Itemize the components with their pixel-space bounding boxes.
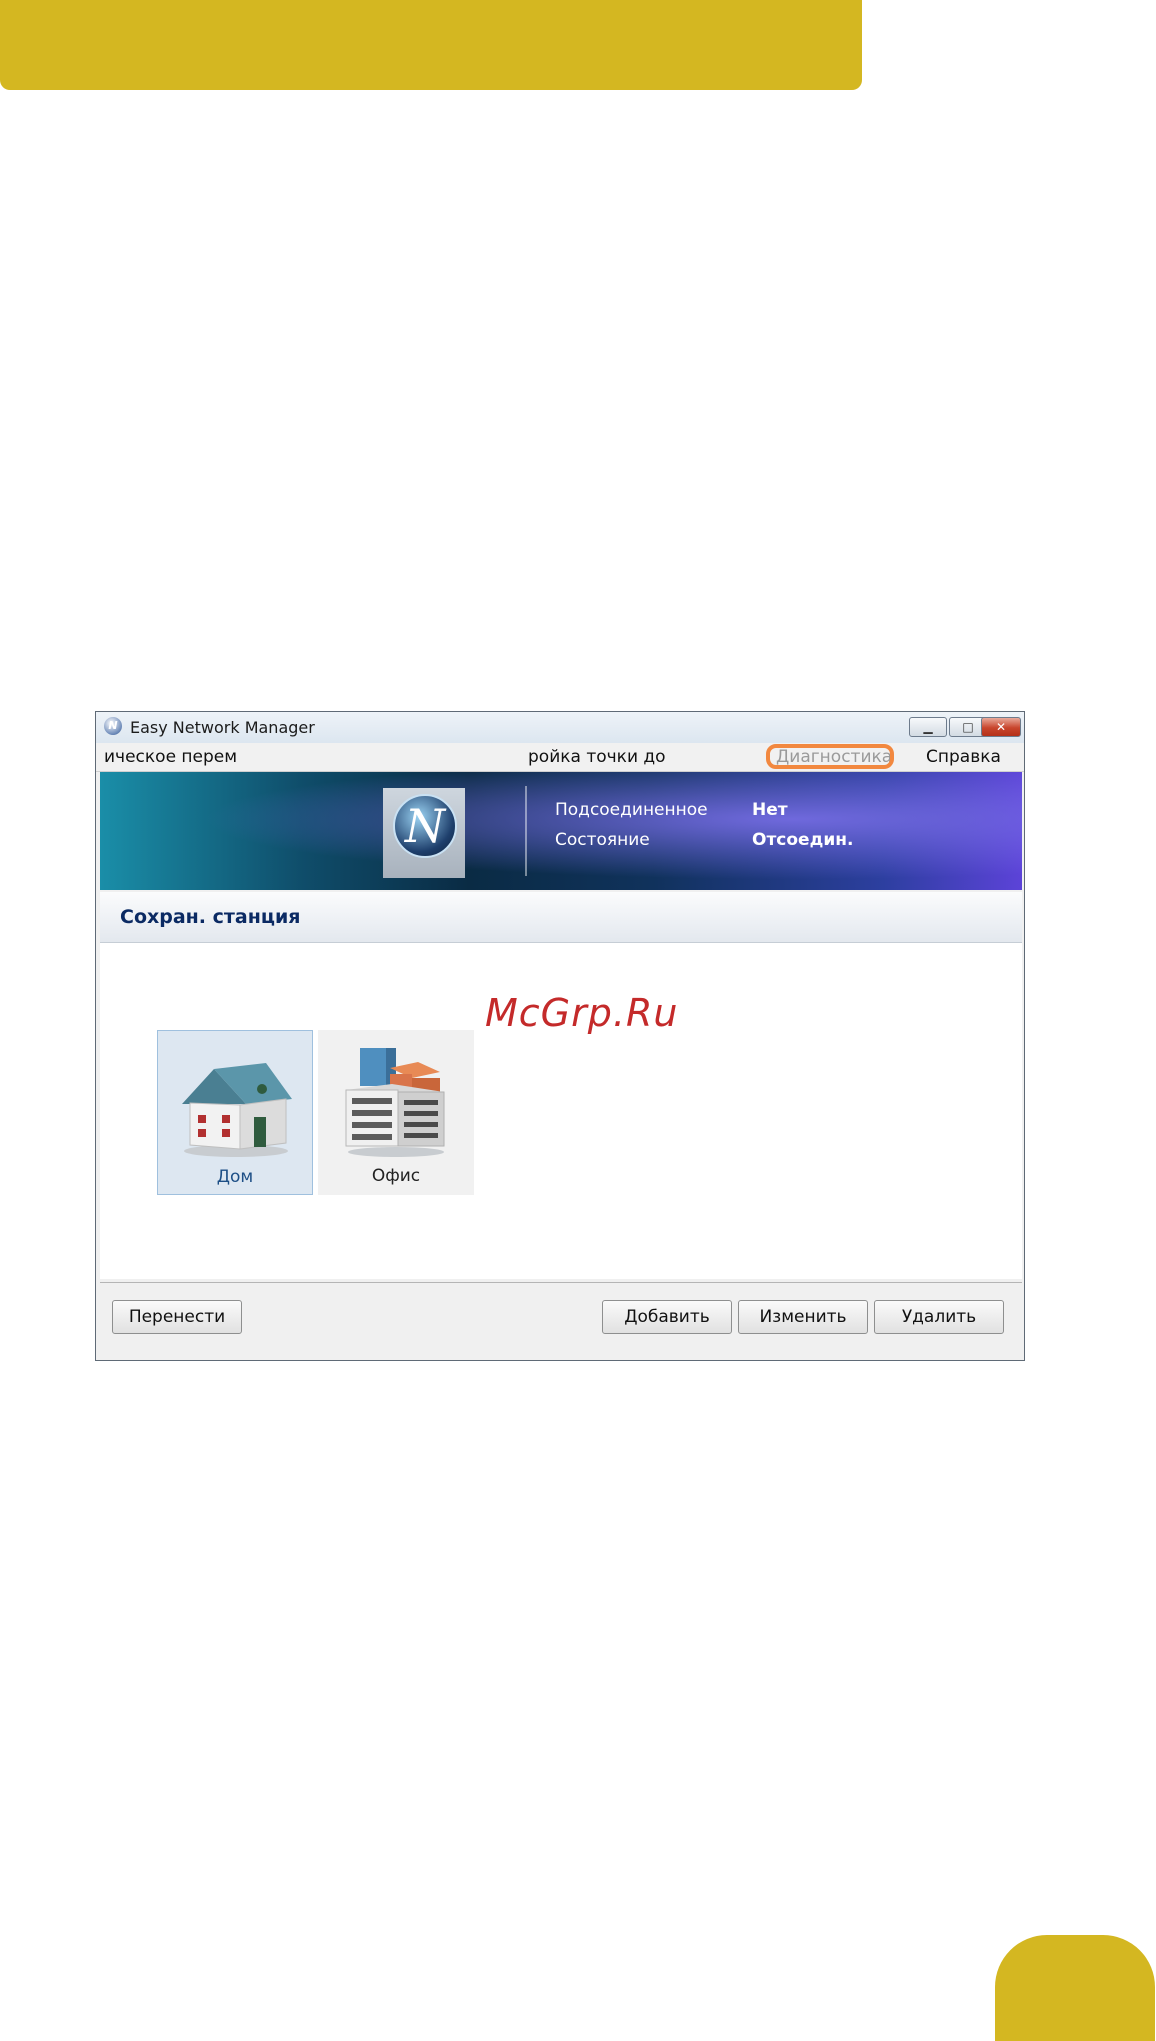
page-number-badge <box>995 1935 1155 2041</box>
button-bar: Перенести Добавить Изменить Удалить <box>100 1282 1022 1359</box>
profile-tile-home[interactable]: Дом <box>157 1030 313 1195</box>
menu-item-help[interactable]: Справка <box>926 747 1001 767</box>
app-icon: N <box>104 717 122 735</box>
state-label: Состояние <box>555 830 650 850</box>
edit-button[interactable]: Изменить <box>738 1300 868 1334</box>
n-logo-icon: N <box>393 794 457 858</box>
profile-label-home: Дом <box>216 1167 254 1187</box>
menu-item-auto-switch[interactable]: ическое перем <box>104 747 237 767</box>
minimize-button[interactable]: ▁ <box>909 717 947 737</box>
close-button[interactable]: ✕ <box>981 717 1021 737</box>
header-divider <box>525 786 527 876</box>
connected-value: Нет <box>752 800 788 820</box>
window-title: Easy Network Manager <box>130 718 315 737</box>
move-button[interactable]: Перенести <box>112 1300 242 1334</box>
office-building-icon <box>345 1048 445 1157</box>
easy-network-manager-window: N Easy Network Manager ▁ □ ✕ ическое пер… <box>95 711 1025 1361</box>
app-logo: N <box>383 788 465 878</box>
menu-bar: ическое перем ройка точки до Диагностика… <box>96 743 1024 772</box>
profile-label-office: Офис <box>371 1166 421 1186</box>
top-banner <box>0 0 862 90</box>
menu-item-access-point-setup[interactable]: ройка точки до <box>528 747 666 767</box>
house-icon <box>182 1063 292 1157</box>
connected-label: Подсоединенное <box>555 800 708 820</box>
section-title: Сохран. станция <box>120 906 301 928</box>
add-button[interactable]: Добавить <box>602 1300 732 1334</box>
profiles-area: McGrp.Ru Дом Офис <box>100 943 1022 1279</box>
diagnostics-highlight <box>766 744 894 769</box>
status-header: N Подсоединенное Нет Состояние Отсоедин. <box>100 772 1022 890</box>
title-bar[interactable]: N Easy Network Manager ▁ □ ✕ <box>96 712 1024 744</box>
watermark: McGrp.Ru <box>485 991 679 1035</box>
section-header: Сохран. станция <box>100 892 1022 943</box>
profile-tile-office[interactable]: Офис <box>318 1030 474 1195</box>
delete-button[interactable]: Удалить <box>874 1300 1004 1334</box>
state-value: Отсоедин. <box>752 830 854 850</box>
